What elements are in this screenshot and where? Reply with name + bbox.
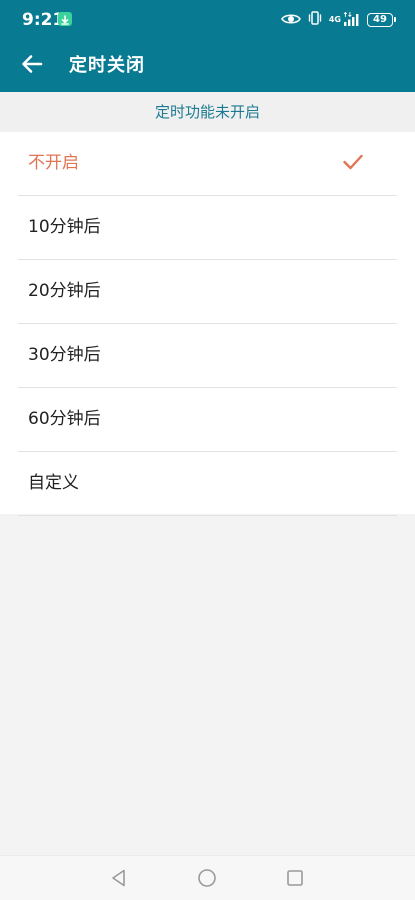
options-panel: 不开启 10分钟后 20分钟后 30分钟后 60分钟后 自定义 [0,132,415,516]
option-30-min[interactable]: 30分钟后 [18,324,397,388]
option-20-min[interactable]: 20分钟后 [18,260,397,324]
option-off[interactable]: 不开启 [18,132,397,196]
back-arrow-icon [21,54,43,78]
option-label: 10分钟后 [28,217,101,237]
option-custom[interactable]: 自定义 [18,452,397,516]
network-type: 4G [328,15,341,24]
battery-tip [394,17,396,22]
option-label: 自定义 [28,473,79,493]
status-icons: 4G 49 [280,10,396,30]
notice-text: 定时功能未开启 [154,103,260,121]
option-10-min[interactable]: 10分钟后 [18,196,397,260]
checkmark-icon [343,154,363,170]
option-label: 20分钟后 [28,281,101,301]
option-60-min[interactable]: 60分钟后 [18,388,397,452]
nav-back-icon[interactable] [109,868,129,888]
signal-icon [343,11,361,30]
eye-icon [280,11,301,30]
page-title: 定时关闭 [69,55,145,76]
option-label: 30分钟后 [28,345,101,365]
status-bar: 9:21 4G 49 [0,0,415,40]
download-badge-icon [58,12,72,26]
option-label: 不开启 [28,153,79,173]
battery-level: 49 [373,14,387,25]
system-nav-bar [0,855,415,900]
nav-recents-icon[interactable] [285,868,305,888]
vibrate-icon [307,10,323,30]
app-bar: 定时关闭 [0,40,415,92]
timer-status-notice: 定时功能未开启 [0,92,415,132]
nav-home-icon[interactable] [197,868,217,888]
option-label: 60分钟后 [28,409,101,429]
back-button[interactable] [16,50,48,82]
battery-icon: 49 [367,13,396,27]
timer-options-list: 不开启 10分钟后 20分钟后 30分钟后 60分钟后 自定义 [0,132,415,516]
